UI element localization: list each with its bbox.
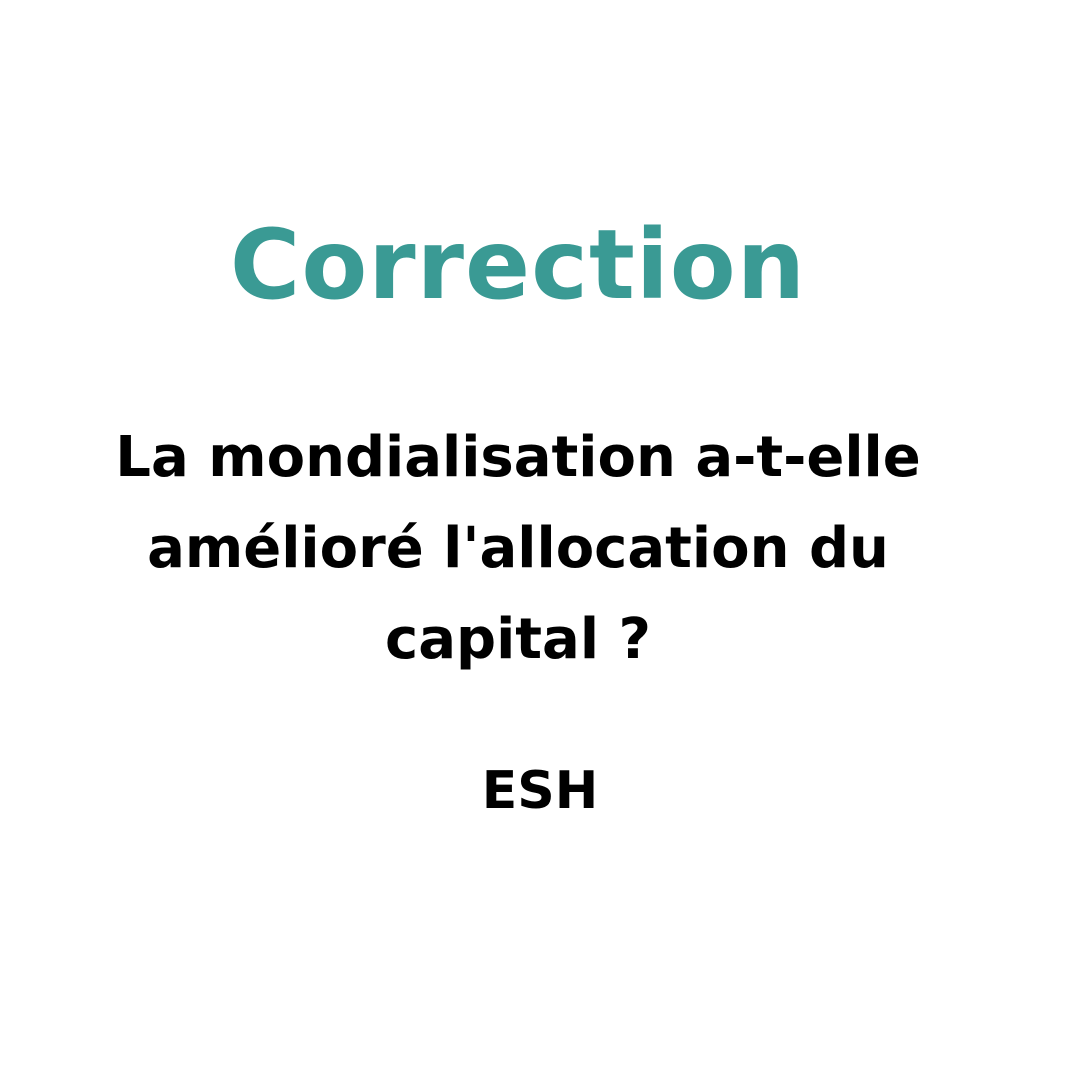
question-text: La mondialisation a-t-elle amélioré l'al… xyxy=(60,412,976,685)
slide-canvas: Correction La mondialisation a-t-elle am… xyxy=(0,0,1080,1080)
slide-title: Correction xyxy=(229,209,807,321)
subject-label: ESH xyxy=(481,761,599,821)
question-line-1: La mondialisation a-t-elle xyxy=(115,425,921,490)
question-line-2: amélioré l'allocation du xyxy=(147,516,889,581)
question-line-3: capital ? xyxy=(385,607,651,672)
